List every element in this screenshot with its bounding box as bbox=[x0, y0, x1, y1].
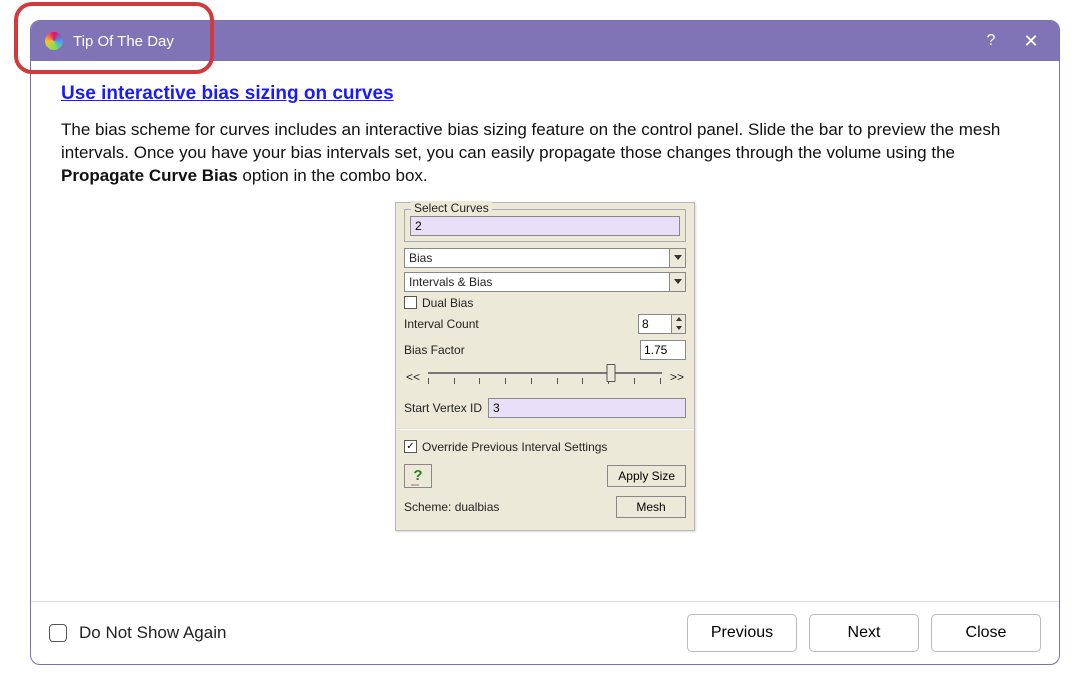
panel-wrap: Select Curves Bias Intervals & Bias Dual… bbox=[61, 202, 1029, 589]
bias-slider[interactable] bbox=[428, 364, 662, 390]
tip-title: Use interactive bias sizing on curves bbox=[61, 83, 1029, 105]
tip-body-bold: Propagate Curve Bias bbox=[61, 166, 238, 185]
override-row: ✓ Override Previous Interval Settings bbox=[404, 440, 686, 454]
bias-factor-row: Bias Factor bbox=[404, 340, 686, 360]
tip-of-the-day-window: Tip Of The Day ? ✕ Use interactive bias … bbox=[30, 20, 1060, 665]
interval-count-row: Interval Count bbox=[404, 314, 686, 334]
slider-thumb[interactable] bbox=[606, 364, 615, 382]
window-title: Tip Of The Day bbox=[73, 33, 174, 50]
slider-increase-button[interactable]: >> bbox=[668, 370, 686, 384]
start-vertex-label: Start Vertex ID bbox=[404, 401, 482, 415]
dual-bias-label: Dual Bias bbox=[422, 296, 473, 310]
dual-bias-checkbox[interactable] bbox=[404, 296, 417, 309]
bias-factor-label: Bias Factor bbox=[404, 343, 465, 357]
panel-divider bbox=[396, 428, 694, 430]
select-curves-fieldset: Select Curves bbox=[404, 209, 686, 242]
close-button[interactable]: Close bbox=[931, 614, 1041, 652]
apply-size-button[interactable]: Apply Size bbox=[607, 465, 686, 487]
previous-button[interactable]: Previous bbox=[687, 614, 797, 652]
do-not-show-checkbox[interactable] bbox=[49, 624, 67, 642]
control-panel: Select Curves Bias Intervals & Bias Dual… bbox=[395, 202, 695, 531]
select-curves-label: Select Curves bbox=[411, 201, 492, 215]
spinner-up-icon[interactable] bbox=[672, 315, 685, 324]
actions-row-1: ? Apply Size bbox=[404, 464, 686, 488]
start-vertex-input[interactable] bbox=[488, 398, 686, 418]
titlebar-help-button[interactable]: ? bbox=[971, 32, 1011, 50]
do-not-show-label: Do Not Show Again bbox=[79, 623, 226, 643]
spinner-down-icon[interactable] bbox=[672, 324, 685, 333]
titlebar-close-button[interactable]: ✕ bbox=[1011, 31, 1051, 52]
question-icon: ? bbox=[413, 467, 422, 484]
scheme-label: Scheme: dualbias bbox=[404, 500, 499, 514]
panel-help-button[interactable]: ? bbox=[404, 464, 432, 488]
interval-count-input[interactable] bbox=[638, 314, 672, 334]
slider-decrease-button[interactable]: << bbox=[404, 370, 422, 384]
select-curves-input[interactable] bbox=[410, 216, 680, 236]
override-label: Override Previous Interval Settings bbox=[422, 440, 607, 454]
titlebar: Tip Of The Day ? ✕ bbox=[31, 21, 1059, 61]
intervals-select[interactable]: Intervals & Bias bbox=[404, 272, 686, 292]
intervals-value: Intervals & Bias bbox=[409, 275, 492, 289]
interval-count-spinner[interactable] bbox=[638, 314, 686, 334]
footer: Do Not Show Again Previous Next Close bbox=[31, 601, 1059, 664]
mesh-button[interactable]: Mesh bbox=[616, 496, 686, 518]
start-vertex-row: Start Vertex ID bbox=[404, 398, 686, 418]
next-button[interactable]: Next bbox=[809, 614, 919, 652]
override-checkbox[interactable]: ✓ bbox=[404, 440, 417, 453]
app-icon bbox=[45, 32, 63, 50]
tip-body-text-1: The bias scheme for curves includes an i… bbox=[61, 120, 1000, 162]
dual-bias-row: Dual Bias bbox=[404, 296, 686, 310]
bias-scheme-select[interactable]: Bias bbox=[404, 248, 686, 268]
tip-body: The bias scheme for curves includes an i… bbox=[61, 119, 1029, 188]
bias-scheme-value: Bias bbox=[409, 251, 432, 265]
chevron-down-icon bbox=[669, 273, 685, 291]
content-area: Use interactive bias sizing on curves Th… bbox=[31, 61, 1059, 601]
interval-count-label: Interval Count bbox=[404, 317, 479, 331]
bias-factor-input[interactable] bbox=[640, 340, 686, 360]
chevron-down-icon bbox=[669, 249, 685, 267]
bias-slider-row: << >> bbox=[404, 364, 686, 390]
tip-body-text-2: option in the combo box. bbox=[238, 166, 428, 185]
actions-row-2: Scheme: dualbias Mesh bbox=[404, 496, 686, 518]
